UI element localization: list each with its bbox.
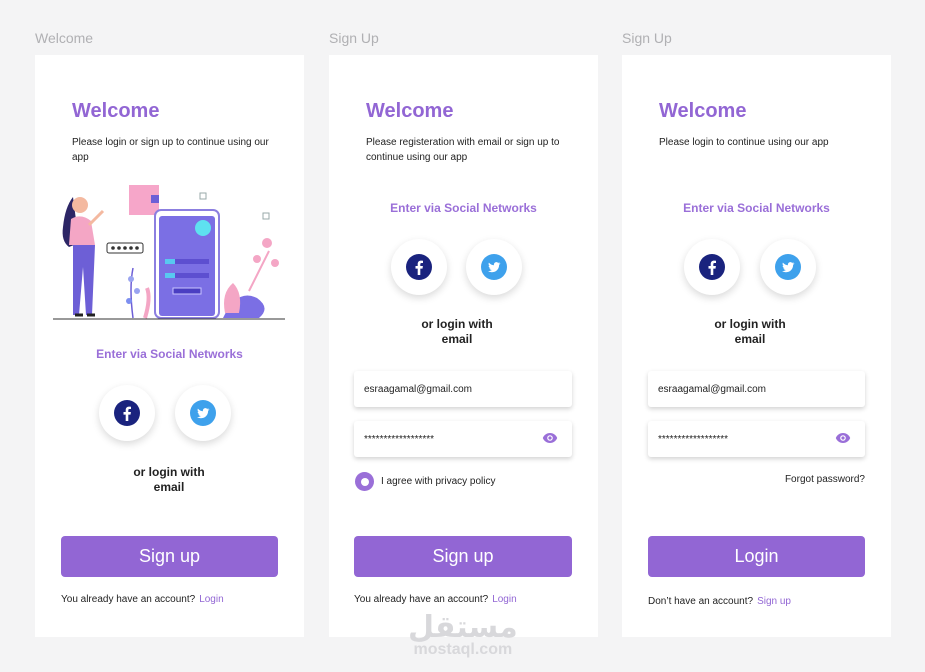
facebook-icon — [406, 254, 432, 280]
welcome-screen: Welcome Please login or sign up to conti… — [35, 55, 304, 637]
login-link[interactable]: Login — [492, 594, 516, 605]
page-title: Welcome — [366, 100, 454, 122]
email-field[interactable]: esraagamal@gmail.com — [354, 371, 572, 407]
login-button[interactable]: Login — [648, 536, 865, 577]
twitter-button[interactable] — [466, 239, 522, 295]
login-screen: Welcome Please login to continue using o… — [622, 55, 891, 637]
page-title: Welcome — [72, 100, 160, 122]
email-field[interactable]: esraagamal@gmail.com — [648, 371, 865, 407]
or-login-text: or login with email — [133, 465, 205, 494]
password-value: ****************** — [364, 433, 435, 445]
facebook-button[interactable] — [391, 239, 447, 295]
page-subtitle: Please registeration with email or sign … — [366, 137, 560, 163]
page-title: Welcome — [659, 100, 747, 122]
password-value: ****************** — [658, 433, 729, 445]
social-heading: Enter via Social Networks — [683, 201, 830, 215]
privacy-radio[interactable] — [355, 472, 374, 491]
twitter-icon — [481, 254, 507, 280]
welcome-illustration — [53, 185, 285, 320]
footer: You already have an account? Login — [354, 594, 517, 605]
signup-link[interactable]: Sign up — [757, 596, 791, 607]
watermark: مستقل mostaql.com — [408, 610, 518, 659]
twitter-button[interactable] — [760, 239, 816, 295]
frame-label-login: Sign Up — [622, 30, 672, 46]
twitter-icon — [190, 400, 216, 426]
signup-screen: Welcome Please registeration with email … — [329, 55, 598, 637]
or-login-text: or login with email — [421, 317, 493, 346]
footer-text: Don’t have an account? — [648, 596, 754, 607]
eye-icon[interactable] — [542, 432, 558, 444]
privacy-label: I agree with privacy policy — [381, 476, 496, 487]
social-heading: Enter via Social Networks — [390, 201, 537, 215]
or-login-text: or login with email — [714, 317, 786, 346]
footer-text: You already have an account? — [61, 594, 196, 605]
privacy-row[interactable]: I agree with privacy policy — [355, 472, 496, 491]
page-subtitle: Please login or sign up to continue usin… — [72, 137, 269, 163]
signup-button[interactable]: Sign up — [61, 536, 278, 577]
facebook-icon — [699, 254, 725, 280]
footer-text: You already have an account? — [354, 594, 489, 605]
page-subtitle: Please login to continue using our app — [659, 137, 829, 148]
password-field[interactable]: ****************** — [354, 421, 572, 457]
watermark-arabic: مستقل — [408, 610, 518, 645]
footer: You already have an account? Login — [61, 594, 224, 605]
facebook-button[interactable] — [684, 239, 740, 295]
facebook-button[interactable] — [99, 385, 155, 441]
signup-button[interactable]: Sign up — [354, 536, 572, 577]
twitter-button[interactable] — [175, 385, 231, 441]
password-field[interactable]: ****************** — [648, 421, 865, 457]
eye-icon[interactable] — [835, 432, 851, 444]
frame-label-welcome: Welcome — [35, 30, 94, 46]
forgot-password-link[interactable]: Forgot password? — [785, 474, 865, 485]
footer: Don’t have an account? Sign up — [648, 596, 791, 607]
facebook-icon — [114, 400, 140, 426]
frame-label-signup: Sign Up — [329, 30, 379, 46]
twitter-icon — [775, 254, 801, 280]
social-heading: Enter via Social Networks — [96, 347, 243, 361]
login-link[interactable]: Login — [199, 594, 223, 605]
watermark-latin: mostaql.com — [413, 641, 513, 658]
